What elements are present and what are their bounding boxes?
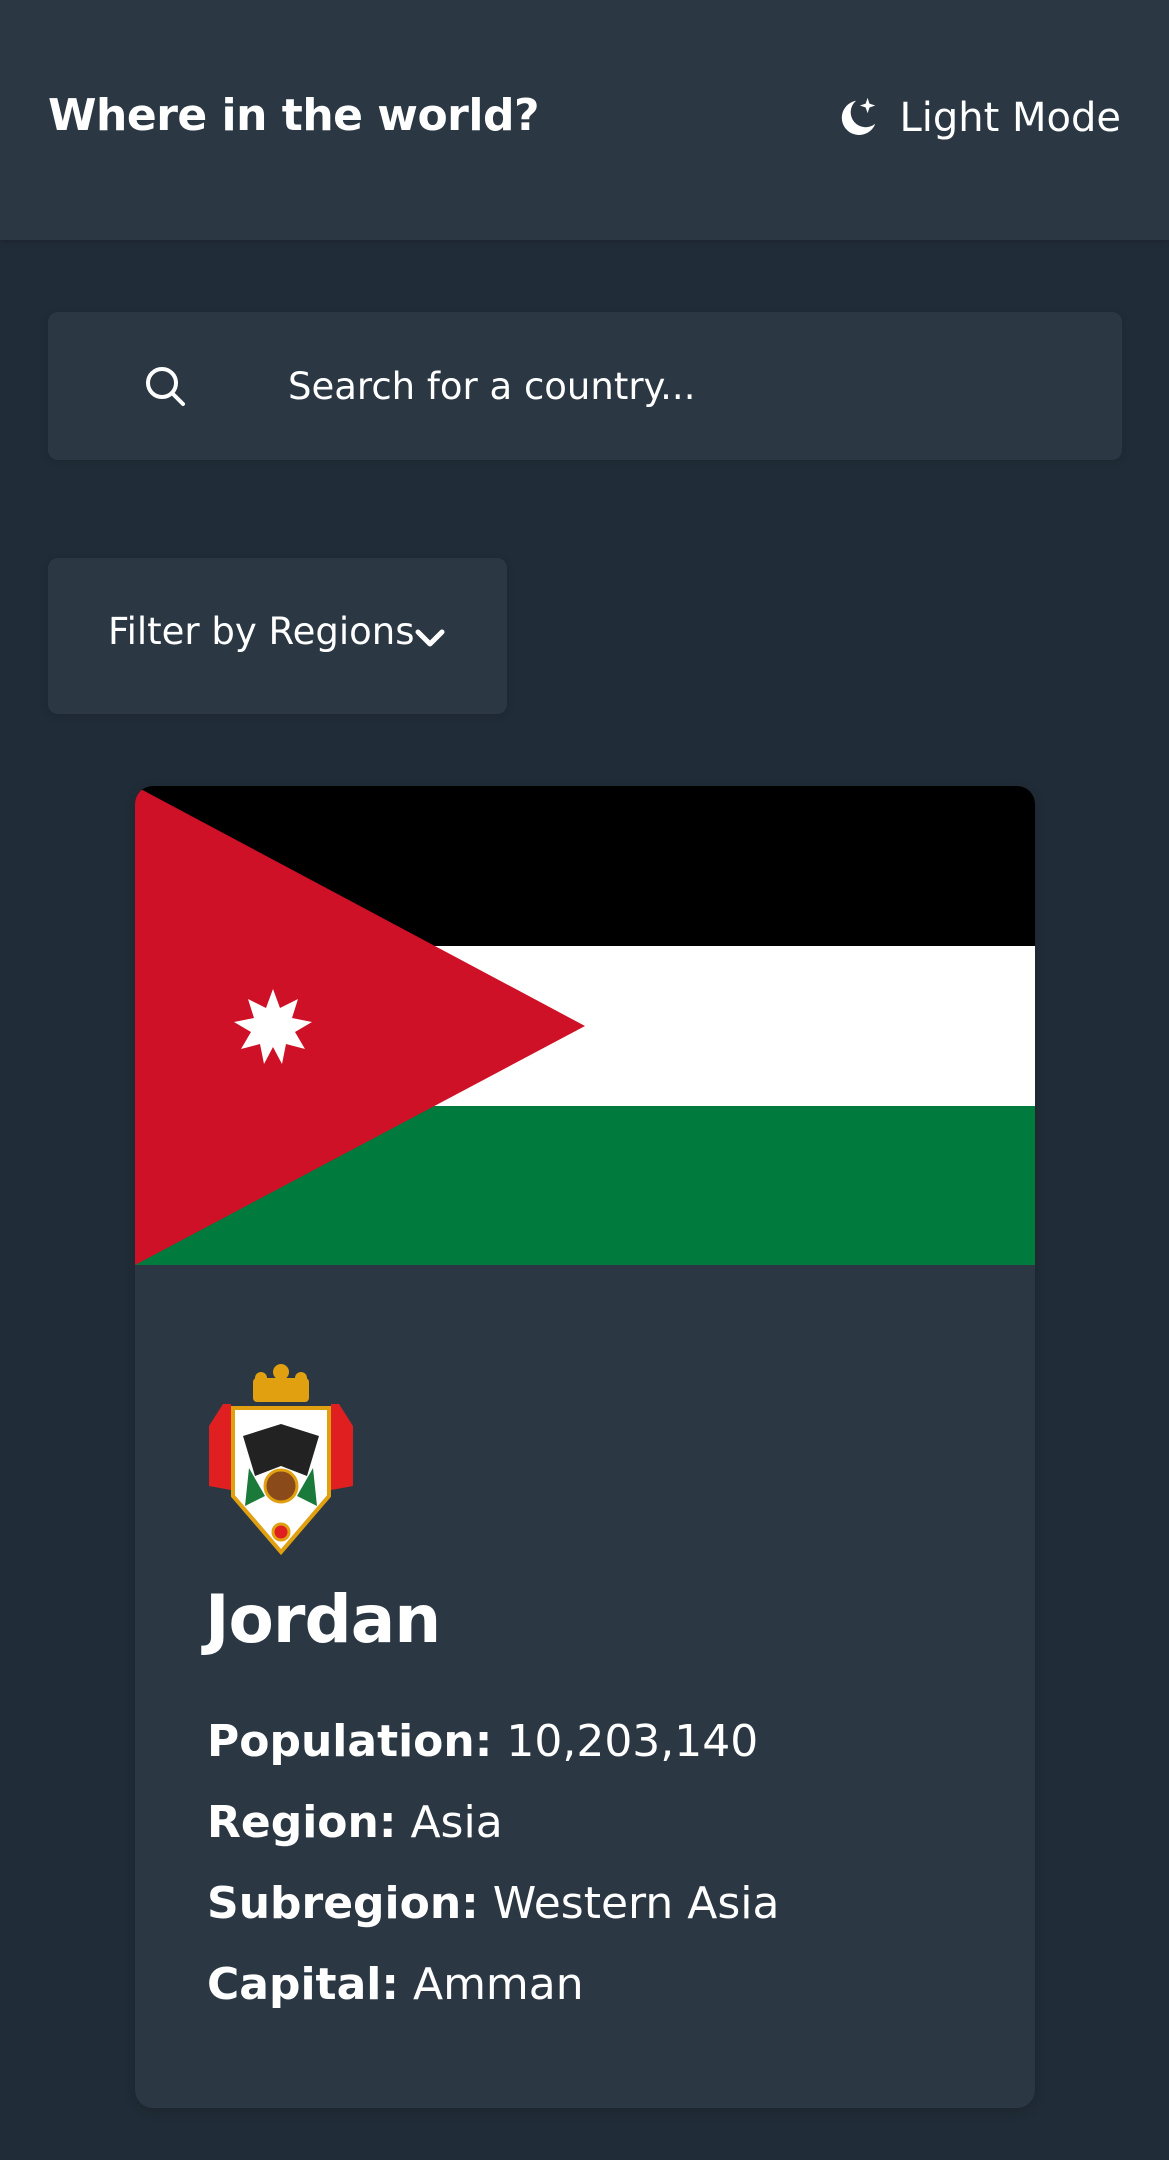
capital-value: Amman — [412, 1959, 584, 2010]
country-card[interactable]: Jordan Population: 10,203,140 Region: As… — [135, 786, 1035, 2108]
region-row: Region: Asia — [207, 1797, 503, 1848]
region-label: Region: — [207, 1797, 397, 1848]
app-title: Where in the world? — [48, 90, 539, 141]
subregion-row: Subregion: Western Asia — [207, 1878, 779, 1929]
search-bar[interactable] — [48, 312, 1122, 460]
subregion-value: Western Asia — [492, 1878, 780, 1929]
population-row: Population: 10,203,140 — [207, 1716, 758, 1767]
app-header: Where in the world? Light Mode — [0, 0, 1169, 240]
search-icon — [146, 367, 185, 406]
theme-toggle-label: Light Mode — [899, 95, 1121, 141]
theme-toggle-button[interactable]: Light Mode — [835, 88, 1121, 148]
moon-stars-icon — [842, 97, 876, 135]
flag-of-jordan — [135, 786, 1035, 1265]
search-input[interactable] — [288, 356, 1088, 416]
capital-row: Capital: Amman — [207, 1959, 584, 2010]
region-value: Asia — [410, 1797, 503, 1848]
capital-label: Capital: — [207, 1959, 399, 2010]
country-name: Jordan — [205, 1581, 441, 1658]
subregion-label: Subregion: — [207, 1878, 479, 1929]
chevron-down-icon[interactable] — [412, 620, 448, 656]
population-value: 10,203,140 — [506, 1716, 759, 1767]
population-label: Population: — [207, 1716, 493, 1767]
coat-of-arms-of-jordan — [209, 1364, 353, 1556]
region-filter-label: Filter by Regions — [108, 610, 415, 653]
